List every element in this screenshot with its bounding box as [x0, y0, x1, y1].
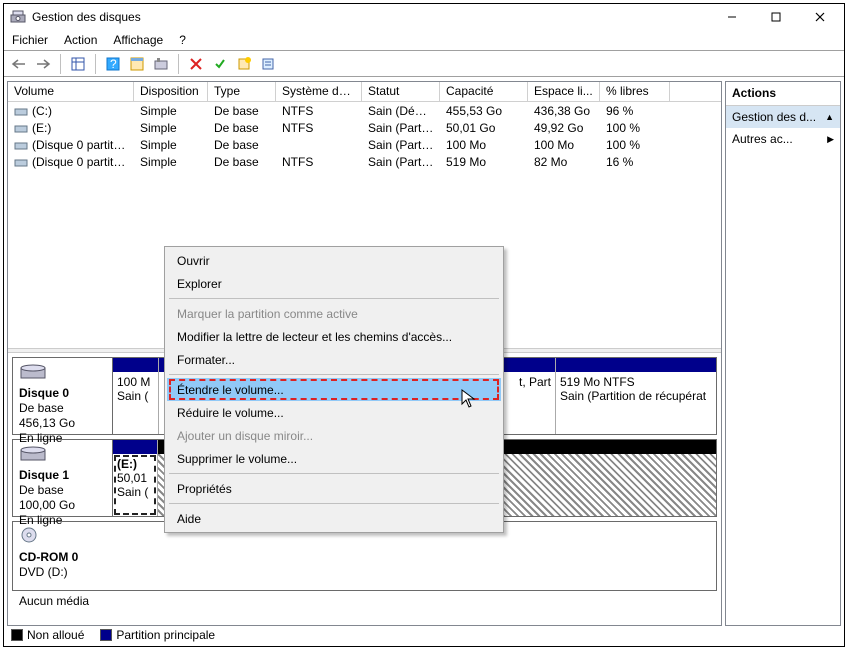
help-icon[interactable]: ? — [104, 55, 122, 73]
legend-swatch-unalloc — [11, 629, 23, 641]
check-icon[interactable] — [211, 55, 229, 73]
actions-row-main[interactable]: Gestion des d... ▲ — [726, 106, 840, 128]
actions-row-more[interactable]: Autres ac... ▶ — [726, 128, 840, 150]
context-menu: Ouvrir Explorer Marquer la partition com… — [164, 246, 504, 533]
toolbar: ? — [4, 50, 844, 77]
back-button[interactable] — [10, 55, 28, 73]
collapse-icon: ▲ — [825, 112, 834, 122]
col-status[interactable]: Statut — [362, 82, 440, 101]
settings-icon[interactable] — [152, 55, 170, 73]
ctx-help[interactable]: Aide — [167, 507, 501, 530]
maximize-button[interactable] — [754, 4, 798, 30]
actions-pane: Actions Gestion des d... ▲ Autres ac... … — [725, 81, 841, 626]
ctx-explore[interactable]: Explorer — [167, 272, 501, 295]
col-capacity[interactable]: Capacité — [440, 82, 528, 101]
menu-help[interactable]: ? — [179, 33, 186, 47]
volume-row[interactable]: (Disque 0 partition... Simple De base NT… — [8, 153, 721, 170]
ctx-mark-active: Marquer la partition comme active — [167, 302, 501, 325]
actions-title: Actions — [726, 82, 840, 106]
legend: Non alloué Partition principale — [7, 626, 723, 643]
app-icon — [10, 9, 26, 25]
minimize-button[interactable] — [710, 4, 754, 30]
list-view-icon[interactable] — [69, 55, 87, 73]
disk-0-partition-recovery[interactable]: 519 Mo NTFSSain (Partition de récupérat — [556, 358, 716, 434]
volume-row[interactable]: (C:) Simple De base NTFS Sain (Dém... 45… — [8, 102, 721, 119]
ctx-shrink-volume[interactable]: Réduire le volume... — [167, 401, 501, 424]
disk-1-info: Disque 1 De base 100,00 Go En ligne — [13, 440, 113, 516]
cd-icon — [19, 526, 47, 544]
titlebar: Gestion des disques — [4, 4, 844, 30]
menu-view[interactable]: Affichage — [113, 33, 163, 47]
close-button[interactable] — [798, 4, 842, 30]
svg-text:?: ? — [110, 57, 117, 71]
col-pct[interactable]: % libres — [600, 82, 670, 101]
legend-swatch-primary — [100, 629, 112, 641]
forward-button[interactable] — [34, 55, 52, 73]
cdrom-info: CD-ROM 0 DVD (D:) Aucun média — [13, 522, 113, 590]
volume-icon — [14, 156, 28, 168]
col-layout[interactable]: Disposition — [134, 82, 208, 101]
expand-icon: ▶ — [827, 134, 834, 145]
col-free[interactable]: Espace li... — [528, 82, 600, 101]
new-icon[interactable] — [235, 55, 253, 73]
window-title: Gestion des disques — [32, 10, 710, 24]
disk-icon — [19, 444, 47, 462]
cursor-icon — [461, 389, 477, 409]
volume-icon — [14, 139, 28, 151]
layout-icon[interactable] — [128, 55, 146, 73]
col-type[interactable]: Type — [208, 82, 276, 101]
volume-icon — [14, 105, 28, 117]
disk-1-partition-e[interactable]: (E:)50,01Sain ( — [113, 440, 158, 516]
properties-icon[interactable] — [259, 55, 277, 73]
volume-header: Volume Disposition Type Système de ... S… — [8, 82, 721, 102]
ctx-extend-volume[interactable]: Étendre le volume... — [167, 378, 501, 401]
volume-icon — [14, 122, 28, 134]
ctx-open[interactable]: Ouvrir — [167, 249, 501, 272]
ctx-delete-volume[interactable]: Supprimer le volume... — [167, 447, 501, 470]
col-volume[interactable]: Volume — [8, 82, 134, 101]
ctx-change-letter[interactable]: Modifier la lettre de lecteur et les che… — [167, 325, 501, 348]
ctx-add-mirror: Ajouter un disque miroir... — [167, 424, 501, 447]
ctx-format[interactable]: Formater... — [167, 348, 501, 371]
menu-file[interactable]: Fichier — [12, 33, 48, 47]
disk-icon — [19, 362, 47, 380]
menubar: Fichier Action Affichage ? — [4, 30, 844, 50]
menu-action[interactable]: Action — [64, 33, 97, 47]
col-fs[interactable]: Système de ... — [276, 82, 362, 101]
volume-row[interactable]: (E:) Simple De base NTFS Sain (Parti... … — [8, 119, 721, 136]
disk-0-partition-1[interactable]: 100 MSain ( — [113, 358, 159, 434]
volume-row[interactable]: (Disque 0 partition... Simple De base Sa… — [8, 136, 721, 153]
delete-icon[interactable] — [187, 55, 205, 73]
disk-0-info: Disque 0 De base 456,13 Go En ligne — [13, 358, 113, 434]
ctx-properties[interactable]: Propriétés — [167, 477, 501, 500]
